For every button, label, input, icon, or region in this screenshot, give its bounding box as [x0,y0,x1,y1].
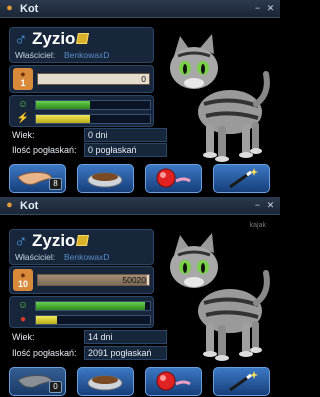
level-panel: ● 10 50020 [9,266,154,294]
stroke-count-badge: 8 [49,178,62,190]
level-paw-badge-icon: ● 1 [13,68,33,90]
title-bar[interactable]: ● Kot − ✕ [0,197,280,215]
experience-value: 0 [141,74,146,84]
male-gender-icon: ♂ [14,231,28,251]
pets-value: 2091 pogłaskań [88,348,152,358]
pets-value: 0 pogłaskań [88,145,137,155]
experience-bar: 50020 [37,274,150,286]
energy-fill [36,316,57,324]
food-bowl-icon [87,172,123,188]
pets-field: 2091 pogłaskań [84,346,167,360]
level-number: 10 [17,279,28,289]
happiness-bar [35,301,151,311]
owner-name[interactable]: BenkowaxD [64,50,109,61]
close-icon[interactable]: ✕ [265,200,276,211]
title-bar[interactable]: ● Kot − ✕ [0,0,280,18]
pet-window: ● Kot − ✕ kajak ♂ Zyzio Właściciel: Benk… [0,197,280,397]
happiness-fill [36,101,90,109]
smiley-icon: ☺ [17,300,29,311]
owner-label: Właściciel: [15,252,56,262]
close-icon[interactable]: ✕ [265,3,276,14]
action-bar: 8 [0,164,280,194]
smiley-icon: ☺ [17,99,29,110]
experience-bar: 0 [37,73,150,85]
level-paw-badge-icon: ● 10 [13,269,33,291]
pet-name: Zyzio [32,231,76,250]
stats-panel: ☺ ● [9,296,154,328]
level-number: 1 [20,78,26,88]
paw-icon: ● [6,2,13,14]
name-panel: ♂ Zyzio Właściciel: BenkowaxD [9,27,154,63]
owner-label: Właściciel: [15,50,56,60]
magic-button[interactable] [213,164,270,193]
pets-field: 0 pogłaskań [84,143,167,157]
stroke-button[interactable]: 8 [9,164,66,193]
pets-label: Ilość pogłaskań: [12,348,77,358]
happiness-bar [35,100,151,110]
play-button[interactable] [145,367,202,396]
age-field: 14 dni [84,330,167,344]
cat-image[interactable] [160,34,272,164]
ball-toy-icon [156,168,191,188]
cat-head [170,34,218,89]
happiness-fill [36,302,145,310]
watermark: kajak [249,222,266,229]
energy-bar [35,114,151,124]
owner-name[interactable]: BenkowaxD [64,252,109,263]
stats-panel: ☺ ⚡ [9,95,154,127]
cat-head [170,233,218,288]
window-title: Kot [20,200,39,212]
energy-bar [35,315,151,325]
age-value: 0 dni [88,130,108,140]
pets-label: Ilość pogłaskań: [12,145,77,155]
experience-value: 50020 [122,275,146,285]
age-field: 0 dni [84,128,167,142]
magic-wand-icon [229,371,258,392]
pet-window: ● Kot − ✕ ♂ Zyzio Właściciel: BenkowaxD … [0,0,280,194]
cat-body [198,270,270,361]
magic-button[interactable] [213,367,270,396]
edit-icon[interactable] [76,235,89,246]
magic-wand-icon [229,168,258,189]
cat-image[interactable] [160,233,272,363]
food-bowl-icon [87,375,123,391]
level-panel: ● 1 0 [9,65,154,93]
play-button[interactable] [145,164,202,193]
edit-icon[interactable] [76,33,89,44]
feed-button[interactable] [77,367,134,396]
apple-icon: ● [19,314,27,325]
lightning-icon: ⚡ [16,113,30,124]
minimize-icon[interactable]: − [252,3,263,14]
cat-body [198,71,270,162]
age-label: Wiek: [12,130,35,140]
ball-toy-icon [156,371,191,391]
window-title: Kot [20,3,39,15]
stroke-count-badge: 0 [49,381,62,393]
minimize-icon[interactable]: − [252,200,263,211]
male-gender-icon: ♂ [14,29,28,49]
energy-fill [36,115,90,123]
name-panel: ♂ Zyzio Właściciel: BenkowaxD [9,229,154,265]
age-value: 14 dni [88,332,113,342]
stroke-button[interactable]: 0 [9,367,66,396]
feed-button[interactable] [77,164,134,193]
action-bar: 0 [0,367,280,397]
paw-icon: ● [6,199,13,211]
age-label: Wiek: [12,332,35,342]
pet-name: Zyzio [32,29,76,48]
